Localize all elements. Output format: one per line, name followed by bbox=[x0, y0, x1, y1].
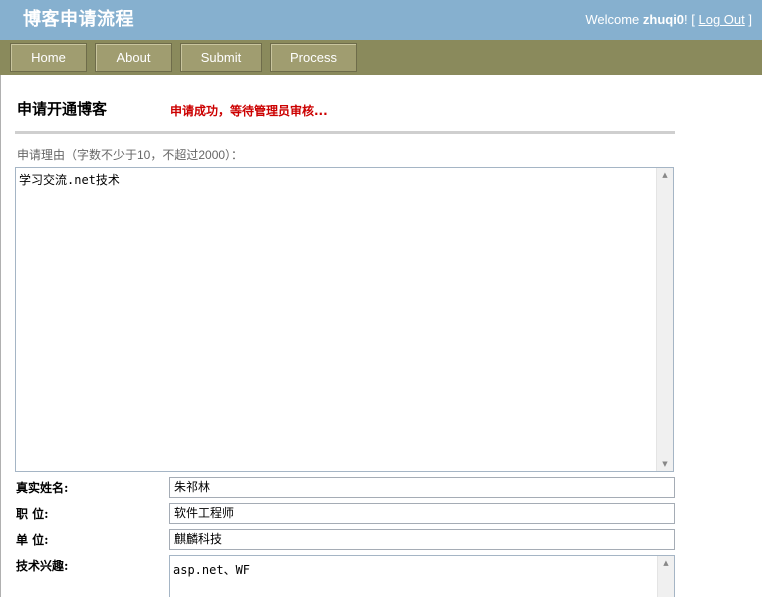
nav-about[interactable]: About bbox=[95, 43, 172, 72]
scroll-up-icon[interactable]: ▲ bbox=[658, 556, 674, 570]
login-display: Welcome zhuqi0! [ Log Out ] bbox=[585, 12, 752, 27]
real-name-label: 真实姓名: bbox=[16, 481, 69, 495]
reason-textarea[interactable]: 学习交流.net技术 ▲ ▼ bbox=[15, 167, 674, 472]
username: zhuqi0 bbox=[642, 12, 685, 27]
position-label: 职 位: bbox=[16, 507, 49, 521]
title-divider bbox=[15, 131, 675, 134]
reason-label: 申请理由（字数不少于10，不超过2000）： bbox=[17, 148, 244, 162]
login-bracket-close: ] bbox=[744, 12, 752, 27]
page-title: 申请开通博客 bbox=[17, 100, 108, 118]
position-field[interactable]: 软件工程师 bbox=[169, 503, 675, 524]
nav-submit[interactable]: Submit bbox=[180, 43, 262, 72]
header-bar: 博客申请流程 Welcome zhuqi0! [ Log Out ] bbox=[0, 0, 762, 40]
welcome-text: Welcome bbox=[585, 12, 643, 27]
nav-menu: Home About Submit Process bbox=[0, 40, 762, 75]
reason-text: 学习交流.net技术 bbox=[19, 173, 120, 187]
content-border bbox=[0, 75, 1, 597]
company-label: 单 位: bbox=[16, 533, 49, 547]
interests-textarea[interactable]: asp.net、WF ▲ bbox=[169, 555, 675, 597]
reason-scrollbar[interactable]: ▲ ▼ bbox=[656, 168, 673, 471]
real-name-field[interactable]: 朱祁林 bbox=[169, 477, 675, 498]
interests-label: 技术兴趣: bbox=[16, 559, 69, 573]
site-title: 博客申请流程 bbox=[23, 9, 134, 30]
company-field[interactable]: 麒麟科技 bbox=[169, 529, 675, 550]
nav-process[interactable]: Process bbox=[270, 43, 357, 72]
login-bracket-open: ! [ bbox=[684, 12, 699, 27]
logout-link[interactable]: Log Out bbox=[699, 12, 745, 27]
scroll-down-icon[interactable]: ▼ bbox=[657, 457, 673, 471]
nav-home[interactable]: Home bbox=[10, 43, 87, 72]
success-message: 申请成功，等待管理员审核... bbox=[170, 104, 328, 118]
scroll-up-icon[interactable]: ▲ bbox=[657, 168, 673, 182]
interests-text: asp.net、WF bbox=[173, 563, 251, 577]
interests-scrollbar[interactable]: ▲ bbox=[657, 556, 674, 597]
